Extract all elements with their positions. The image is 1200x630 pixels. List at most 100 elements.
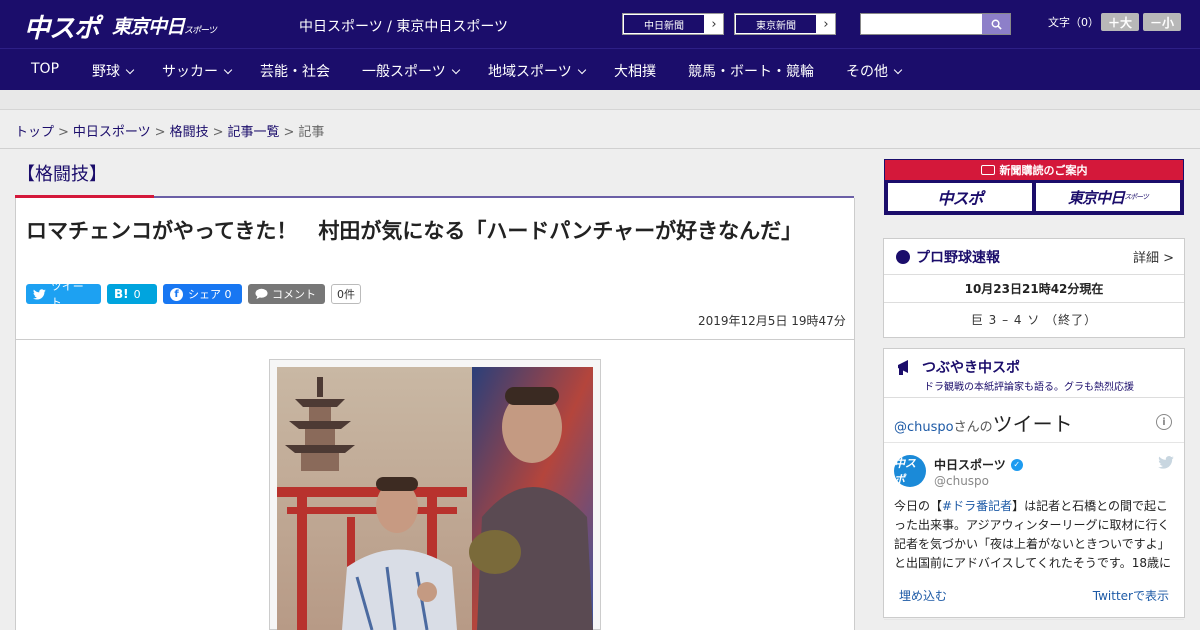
comment-button[interactable]: コメント <box>248 284 325 304</box>
nav-item-top[interactable]: TOP <box>31 61 59 77</box>
comment-count: 0件 <box>331 284 361 304</box>
tweet-hashtag[interactable]: #ドラ番記者 <box>942 499 1012 513</box>
subscribe-tokyo-logo-main: 東京中日 <box>1068 188 1125 207</box>
chevron-right-icon: › <box>823 16 829 32</box>
twitter-panel: つぶやき中スポ ドラ観戦の本紙評論家も語る。グラも熱烈応援 @chuspoさんの… <box>883 348 1185 620</box>
breadcrumb-chunichi-sports[interactable]: 中日スポーツ <box>73 125 151 140</box>
breadcrumb-kakutougi[interactable]: 格闘技 <box>170 125 209 140</box>
baseball-scores-panel: プロ野球速報 詳細 > 10月23日21時42分現在 巨 3 – 4 ソ （終了… <box>883 238 1185 338</box>
baseball-title-text: プロ野球速報 <box>916 250 1000 266</box>
twitter-panel-title: つぶやき中スポ <box>896 357 1020 377</box>
article-photo-image <box>277 367 593 630</box>
search-box <box>860 13 1011 35</box>
tokyo-shimbun-link[interactable]: 東京新聞 › <box>734 13 836 35</box>
site-header: 中スポ 東京中日スポーツ 中日スポーツ / 東京中日スポーツ 中日新聞 › 東京… <box>0 0 1200 48</box>
chunichi-shimbun-link[interactable]: 中日新聞 › <box>622 13 724 35</box>
nav-label: サッカー <box>162 64 218 80</box>
baseball-icon <box>896 250 910 264</box>
divider <box>0 148 1200 149</box>
facebook-share-button[interactable]: f シェア 0 <box>163 284 242 304</box>
subscription-title: 新聞購読のご案内 <box>885 160 1183 180</box>
nav-item-keiba[interactable]: 競馬・ボート・競輪 <box>688 61 814 81</box>
twitter-embed-handle[interactable]: @chuspo <box>894 420 954 435</box>
nav-item-other[interactable]: その他 <box>846 61 903 81</box>
breadcrumb-top[interactable]: トップ <box>15 125 54 140</box>
baseball-detail-link[interactable]: 詳細 > <box>1133 247 1174 266</box>
nav-label: 競馬・ボート・競輪 <box>688 64 814 80</box>
hatena-count: 0 <box>133 287 141 301</box>
search-icon <box>991 19 1002 30</box>
chunichi-shimbun-label: 中日新聞 <box>624 15 704 33</box>
ad-band <box>0 90 1200 110</box>
tokyo-chunichi-logo[interactable]: 東京中日スポーツ <box>112 12 217 39</box>
tweet-text-before: 今日の【 <box>894 499 943 513</box>
nav-item-general-sports[interactable]: 一般スポーツ <box>362 61 460 81</box>
nav-label: 大相撲 <box>614 64 656 80</box>
tokyo-logo-main: 東京中日 <box>112 16 185 38</box>
view-on-twitter-link[interactable]: Twitterで表示 <box>1093 587 1169 604</box>
nav-label: 一般スポーツ <box>362 64 446 80</box>
article-category: 【格闘技】 <box>17 164 107 185</box>
tokyo-shimbun-label: 東京新聞 <box>736 15 816 33</box>
baseball-score[interactable]: 巨 3 – 4 ソ （終了） <box>884 311 1184 328</box>
facebook-icon: f <box>170 287 183 301</box>
nav-item-local-sports[interactable]: 地域スポーツ <box>488 61 586 81</box>
article-photo[interactable] <box>277 367 593 630</box>
chevron-down-icon <box>451 65 460 75</box>
hatena-icon: B! <box>114 287 129 301</box>
twitter-title-text: つぶやき中スポ <box>922 360 1020 376</box>
nav-label: 芸能・社会 <box>260 64 330 80</box>
hatena-bookmark-button[interactable]: B! 0 <box>107 284 157 304</box>
twitter-embed-san: さんの <box>953 420 993 435</box>
facebook-count: 0 <box>224 287 232 301</box>
twitter-embed-header: @chuspoさんのツイート <box>894 408 1073 437</box>
breadcrumb-separator: > <box>212 125 224 140</box>
subscription-banner[interactable]: 新聞購読のご案内 中スポ 東京中日 スポーツ <box>884 159 1184 215</box>
font-size-up-button[interactable]: ＋大 <box>1101 13 1139 31</box>
nav-label: その他 <box>846 64 888 80</box>
tweet-button[interactable]: ツイート <box>26 280 101 309</box>
nav-item-soccer[interactable]: サッカー <box>162 61 233 81</box>
breadcrumb: トップ > 中日スポーツ > 格闘技 > 記事一覧 > 記事 <box>15 121 324 140</box>
article-date: 2019年12月5日 19時47分 <box>698 314 846 328</box>
tweet-text: 今日の【#ドラ番記者】は記者と石橋との間で起こった出来事。アジアウィンターリーグ… <box>894 497 1174 569</box>
nav-item-baseball[interactable]: 野球 <box>92 61 135 81</box>
twitter-embed-link[interactable]: 埋め込む <box>899 587 947 604</box>
article-headline: ロマチェンコがやってきた！ 村田が気になる「ハードパンチャーが好きなんだ」 <box>26 219 803 243</box>
chevron-down-icon <box>893 65 903 75</box>
twitter-subtitle: ドラ観戦の本紙評論家も語る。グラも熱烈応援 <box>924 382 1134 393</box>
avatar[interactable]: 中スポ <box>894 455 926 487</box>
twitter-bird-icon[interactable] <box>1158 456 1174 469</box>
nav-item-sumo[interactable]: 大相撲 <box>614 61 656 81</box>
divider <box>884 274 1184 275</box>
font-size-label: 文字（0） <box>1048 16 1099 29</box>
newspaper-icon <box>980 165 995 175</box>
font-size-down-button[interactable]: －小 <box>1143 13 1181 31</box>
search-input[interactable] <box>861 14 982 34</box>
tweet-author-handle[interactable]: @chuspo <box>934 474 989 488</box>
nav-item-entertainment[interactable]: 芸能・社会 <box>260 61 330 81</box>
breadcrumb-article-list[interactable]: 記事一覧 <box>228 125 280 140</box>
subscribe-chuspo-logo[interactable]: 中スポ <box>888 183 1032 211</box>
divider <box>884 302 1184 303</box>
breadcrumb-separator: > <box>283 125 295 140</box>
subscription-title-text: 新聞購読のご案内 <box>999 164 1088 177</box>
search-button[interactable] <box>982 14 1010 34</box>
chuspo-logo[interactable]: 中スポ <box>24 8 100 45</box>
chevron-down-icon <box>125 65 135 75</box>
tweet-author-name[interactable]: 中日スポーツ ✓ <box>934 456 1023 473</box>
chevron-right-icon: › <box>711 16 717 32</box>
twitter-bird-icon <box>33 288 46 300</box>
info-icon[interactable]: i <box>1156 414 1172 430</box>
megaphone-icon <box>898 360 908 375</box>
baseball-panel-title: プロ野球速報 <box>896 247 1000 267</box>
twitter-embed-tweets-label: ツイート <box>992 412 1073 436</box>
subscribe-tokyo-logo[interactable]: 東京中日 スポーツ <box>1036 183 1180 211</box>
chevron-down-icon <box>577 65 586 75</box>
breadcrumb-current: 記事 <box>298 125 325 140</box>
nav-label: 野球 <box>92 64 120 80</box>
facebook-share-label: シェア <box>188 288 221 301</box>
site-title[interactable]: 中日スポーツ / 東京中日スポーツ <box>299 16 508 36</box>
tokyo-logo-sub: スポーツ <box>184 26 217 36</box>
comment-label: コメント <box>272 288 316 301</box>
